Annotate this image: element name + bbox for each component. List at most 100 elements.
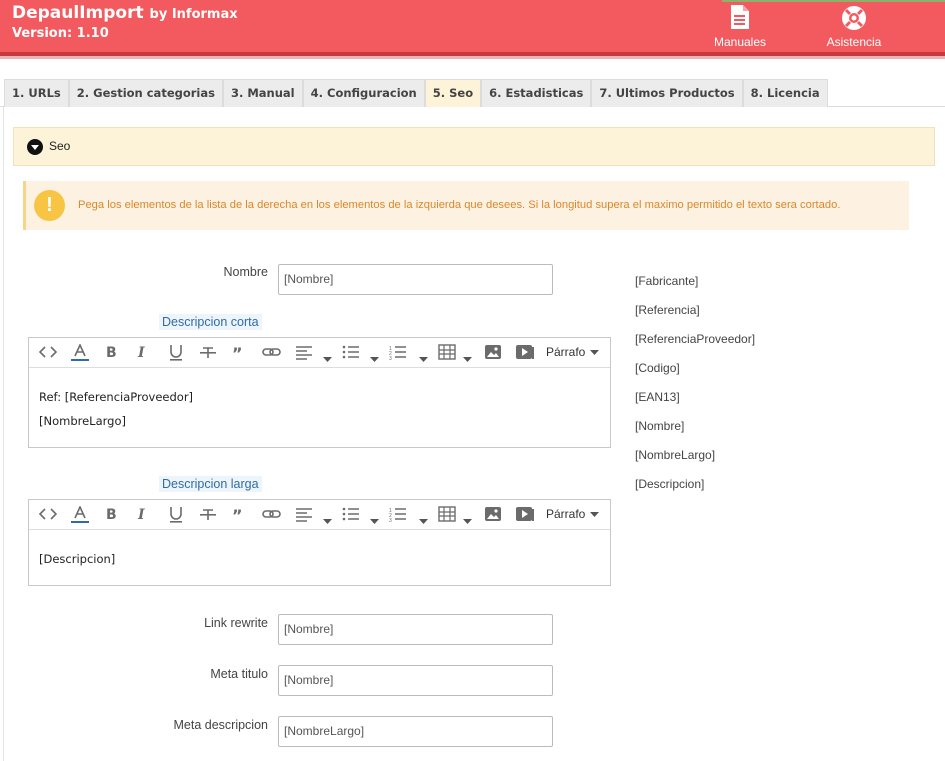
svg-text:I: I bbox=[137, 507, 145, 522]
warning-alert: ! Pega los elementos de la lista de la d… bbox=[23, 181, 909, 230]
editor-toolbar: B I ” 1 2 3 Párrafo bbox=[29, 500, 610, 530]
alert-text: Pega los elementos de la lista de la der… bbox=[78, 199, 841, 211]
table-dropdown-caret-icon[interactable] bbox=[463, 351, 472, 369]
paragraph-dropdown-caret-icon bbox=[590, 507, 600, 521]
numbered-dropdown-caret-icon[interactable] bbox=[419, 513, 428, 531]
descripcion-larga-editor[interactable]: B I ” 1 2 3 Párrafo [Descripcion] bbox=[28, 499, 611, 586]
image-icon[interactable] bbox=[484, 506, 502, 524]
media-icon[interactable] bbox=[515, 344, 535, 362]
link-icon[interactable] bbox=[262, 344, 282, 362]
manuales-button[interactable]: Manuales bbox=[705, 2, 775, 50]
placeholder-item[interactable]: [NombreLargo] bbox=[635, 448, 715, 462]
tab-licencia[interactable]: 8. Licencia bbox=[742, 79, 828, 107]
descripcion-corta-editor[interactable]: B I ” 1 2 3 Párrafo Ref: [ReferenciaProveedor]… bbox=[28, 337, 611, 448]
link-rewrite-input[interactable]: [Nombre] bbox=[278, 614, 553, 645]
svg-text:B: B bbox=[106, 345, 117, 360]
table-icon[interactable] bbox=[438, 506, 456, 524]
text-color-icon[interactable] bbox=[70, 505, 90, 524]
panel-title: Seo bbox=[49, 139, 71, 153]
link-icon[interactable] bbox=[262, 506, 282, 524]
app-root: DepaulImport by Informax Version: 1.10 M… bbox=[0, 0, 945, 761]
tab-seo[interactable]: 5. Seo bbox=[424, 79, 482, 107]
editor-content[interactable]: Ref: [ReferenciaProveedor] [NombreLargo] bbox=[29, 368, 610, 433]
bullet-dropdown-caret-icon[interactable] bbox=[370, 513, 379, 531]
bullet-list-icon[interactable] bbox=[342, 344, 360, 362]
tab-estadisticas[interactable]: 6. Estadisticas bbox=[481, 79, 592, 107]
paragraph-format-dropdown[interactable]: Párrafo bbox=[546, 345, 600, 363]
editor-content[interactable]: [Descripcion] bbox=[29, 530, 610, 571]
placeholder-item[interactable]: [Referencia] bbox=[635, 303, 700, 317]
paragraph-dropdown-caret-icon bbox=[590, 345, 600, 359]
text-color-icon[interactable] bbox=[70, 343, 90, 362]
paragraph-format-dropdown[interactable]: Párrafo bbox=[546, 507, 600, 525]
svg-text:”: ” bbox=[232, 506, 243, 522]
svg-text:I: I bbox=[137, 345, 145, 360]
strikethrough-icon[interactable] bbox=[199, 344, 217, 362]
numbered-list-icon[interactable]: 123 bbox=[389, 506, 407, 524]
paragraph-format-label: Párrafo bbox=[546, 345, 586, 359]
numbered-dropdown-caret-icon[interactable] bbox=[419, 351, 428, 369]
meta-descripcion-input[interactable]: [NombreLargo] bbox=[278, 716, 553, 747]
editor-line: [Descripcion] bbox=[39, 552, 116, 566]
tab-urls[interactable]: 1. URLs bbox=[4, 79, 69, 107]
tab-gestion-categorias[interactable]: 2. Gestion categorias bbox=[68, 79, 223, 107]
tab-manual[interactable]: 3. Manual bbox=[222, 79, 303, 107]
link-rewrite-label: Link rewrite bbox=[204, 616, 268, 630]
quote-icon[interactable]: ” bbox=[231, 344, 247, 363]
asistencia-button[interactable]: Asistencia bbox=[818, 2, 890, 50]
underline-icon[interactable] bbox=[168, 506, 184, 524]
manuales-label: Manuales bbox=[713, 35, 767, 49]
editor-line: Ref: [ReferenciaProveedor] bbox=[39, 390, 194, 404]
bold-icon[interactable]: B bbox=[105, 506, 119, 524]
placeholder-item[interactable]: [Fabricante] bbox=[635, 274, 698, 288]
collapse-chevron-icon[interactable] bbox=[27, 139, 43, 155]
align-dropdown-caret-icon[interactable] bbox=[323, 513, 332, 531]
placeholder-item[interactable]: [EAN13] bbox=[635, 390, 680, 404]
placeholder-item[interactable]: [ReferenciaProveedor] bbox=[635, 332, 755, 346]
panel-header[interactable]: Seo bbox=[13, 127, 935, 166]
svg-text:B: B bbox=[106, 507, 117, 522]
meta-titulo-label: Meta titulo bbox=[210, 667, 268, 681]
align-icon[interactable] bbox=[295, 506, 313, 524]
paragraph-format-label: Párrafo bbox=[546, 507, 586, 521]
nombre-label: Nombre bbox=[223, 265, 268, 279]
svg-text:”: ” bbox=[232, 344, 243, 360]
placeholder-item[interactable]: [Nombre] bbox=[635, 419, 684, 433]
lifebuoy-icon bbox=[842, 6, 866, 30]
app-version: Version: 1.10 bbox=[12, 26, 109, 41]
code-view-icon[interactable] bbox=[38, 506, 58, 524]
underline-icon[interactable] bbox=[168, 344, 184, 362]
italic-icon[interactable]: I bbox=[136, 344, 150, 362]
tab-configuracion[interactable]: 4. Configuracion bbox=[302, 79, 425, 107]
descripcion-larga-label: Descripcion larga bbox=[159, 476, 262, 492]
align-icon[interactable] bbox=[295, 344, 313, 362]
bullet-list-icon[interactable] bbox=[342, 506, 360, 524]
code-view-icon[interactable] bbox=[38, 344, 58, 362]
app-title: DepaulImport by Informax bbox=[12, 3, 238, 23]
italic-icon[interactable]: I bbox=[136, 506, 150, 524]
asistencia-label: Asistencia bbox=[826, 35, 882, 49]
tab-ultimos-productos[interactable]: 7. Ultimos Productos bbox=[591, 79, 743, 107]
media-icon[interactable] bbox=[515, 506, 535, 524]
placeholder-item[interactable]: [Descripcion] bbox=[635, 477, 704, 491]
meta-descripcion-label: Meta descripcion bbox=[173, 718, 269, 732]
svg-text:3: 3 bbox=[389, 518, 392, 522]
tab-bar: 1. URLs 2. Gestion categorias 3. Manual … bbox=[4, 79, 828, 107]
numbered-list-icon[interactable]: 123 bbox=[389, 344, 407, 362]
image-icon[interactable] bbox=[484, 344, 502, 362]
editor-toolbar: B I ” 1 2 3 Párrafo bbox=[29, 338, 610, 368]
quote-icon[interactable]: ” bbox=[231, 506, 247, 525]
meta-titulo-input[interactable]: [Nombre] bbox=[278, 665, 553, 696]
table-dropdown-caret-icon[interactable] bbox=[463, 513, 472, 531]
svg-text:3: 3 bbox=[389, 356, 392, 360]
descripcion-corta-label: Descripcion corta bbox=[159, 314, 262, 330]
strikethrough-icon[interactable] bbox=[199, 506, 217, 524]
bold-icon[interactable]: B bbox=[105, 344, 119, 362]
align-dropdown-caret-icon[interactable] bbox=[323, 351, 332, 369]
editor-line: [NombreLargo] bbox=[39, 414, 126, 428]
bullet-dropdown-caret-icon[interactable] bbox=[370, 351, 379, 369]
nombre-input[interactable]: [Nombre] bbox=[278, 264, 553, 295]
table-icon[interactable] bbox=[438, 344, 456, 362]
header-underline bbox=[0, 56, 945, 59]
placeholder-item[interactable]: [Codigo] bbox=[635, 361, 680, 375]
